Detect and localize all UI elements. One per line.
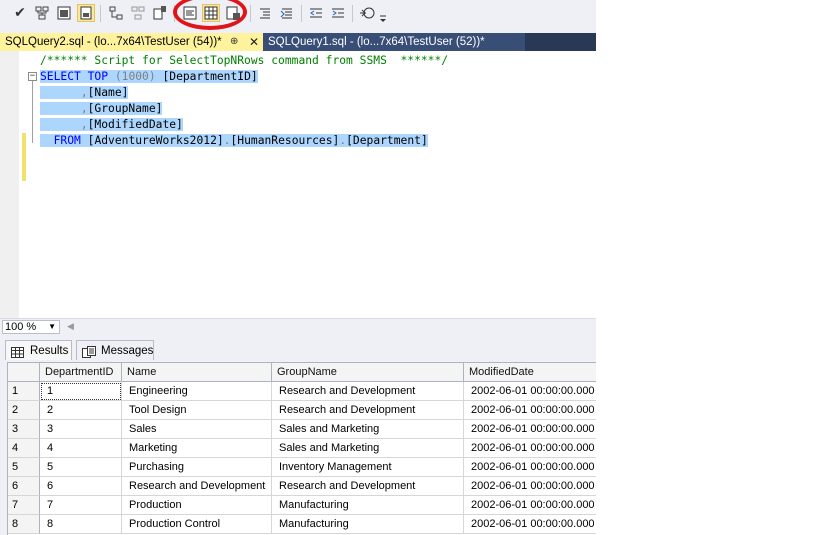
comment-icon[interactable]	[256, 4, 274, 22]
tab-results[interactable]: Results	[5, 340, 72, 360]
row-number[interactable]: 6	[8, 477, 40, 496]
row-number[interactable]: 2	[8, 401, 40, 420]
code-line: ,[ModifiedDate]	[40, 117, 448, 133]
table-row[interactable]: 7 7 Production Manufacturing 2002-06-01 …	[8, 496, 596, 515]
column-header[interactable]: DepartmentID	[40, 363, 122, 382]
grid-cell[interactable]: Sales and Marketing	[272, 439, 464, 458]
row-number[interactable]: 1	[8, 382, 40, 401]
table-row[interactable]: 1 1 Engineering Research and Development…	[8, 382, 596, 401]
query-options-icon[interactable]	[77, 4, 95, 22]
highlight-ellipse	[173, 0, 247, 30]
scroll-left-icon[interactable]: ◀	[67, 321, 74, 332]
grid-cell[interactable]: 6	[40, 477, 122, 496]
grid-cell[interactable]: Production	[122, 496, 272, 515]
pin-icon[interactable]: ⊕	[230, 33, 238, 51]
chevron-down-icon: ▼	[48, 322, 56, 331]
table-row[interactable]: 8 8 Production Control Manufacturing 200…	[8, 515, 596, 534]
change-tracking-bar	[22, 133, 26, 181]
query-editor[interactable]: − /****** Script for SelectTopNRows comm…	[0, 51, 596, 318]
tab-sqlquery1[interactable]: SQLQuery1.sql - (lo...7x64\TestUser (52)…	[263, 33, 525, 51]
grid-cell[interactable]: 2002-06-01 00:00:00.000	[464, 420, 596, 439]
grid-cell[interactable]: Manufacturing	[272, 515, 464, 534]
zoom-bar: 100 % ▼ ◀	[0, 318, 596, 335]
execute-check-icon[interactable]: ✔	[11, 4, 29, 22]
column-header[interactable]: Name	[122, 363, 272, 382]
query-designer-icon[interactable]	[55, 4, 73, 22]
grid-cell[interactable]: 2002-06-01 00:00:00.000	[464, 401, 596, 420]
tab-label: SQLQuery1.sql - (lo...7x64\TestUser (52)…	[268, 36, 485, 48]
results-grid[interactable]: DepartmentID Name GroupName ModifiedDate…	[7, 362, 596, 535]
specify-values-icon[interactable]	[359, 4, 377, 22]
include-plan-icon[interactable]	[129, 4, 147, 22]
toolbar-overflow-icon[interactable]	[378, 9, 388, 27]
code-line: /****** Script for SelectTopNRows comman…	[40, 54, 449, 67]
table-row[interactable]: 6 6 Research and Development Research an…	[8, 477, 596, 496]
grid-cell[interactable]: Sales and Marketing	[272, 420, 464, 439]
close-icon[interactable]: ✕	[249, 33, 259, 51]
grid-corner[interactable]	[8, 363, 40, 382]
grid-cell[interactable]: Tool Design	[122, 401, 272, 420]
grid-cell[interactable]: 7	[40, 496, 122, 515]
tab-sqlquery2[interactable]: SQLQuery2.sql - (lo...7x64\TestUser (54)…	[0, 33, 263, 51]
tab-messages[interactable]: Messages	[76, 340, 154, 360]
grid-header-row: DepartmentID Name GroupName ModifiedDate	[8, 363, 596, 382]
row-number[interactable]: 8	[8, 515, 40, 534]
grid-cell[interactable]: Sales	[122, 420, 272, 439]
grid-cell[interactable]: 5	[40, 458, 122, 477]
grid-cell[interactable]: 2002-06-01 00:00:00.000	[464, 496, 596, 515]
grid-cell[interactable]: 2002-06-01 00:00:00.000	[464, 439, 596, 458]
ssms-window: ✔ SQLQuery2.sql - (lo...7x64\TestUser (5…	[0, 0, 596, 535]
collapse-toggle-icon[interactable]: −	[28, 72, 37, 81]
grid-cell[interactable]: 2	[40, 401, 122, 420]
grid-cell[interactable]: 4	[40, 439, 122, 458]
tab-label: SQLQuery2.sql - (lo...7x64\TestUser (54)…	[5, 36, 222, 48]
grid-cell[interactable]: 2002-06-01 00:00:00.000	[464, 458, 596, 477]
grid-cell[interactable]: 8	[40, 515, 122, 534]
decrease-indent-icon[interactable]	[307, 4, 325, 22]
row-number[interactable]: 7	[8, 496, 40, 515]
grid-cell[interactable]: 2002-06-01 00:00:00.000	[464, 515, 596, 534]
row-number[interactable]: 4	[8, 439, 40, 458]
table-row[interactable]: 4 4 Marketing Sales and Marketing 2002-0…	[8, 439, 596, 458]
grid-cell[interactable]: Research and Development	[272, 401, 464, 420]
document-tab-strip: SQLQuery2.sql - (lo...7x64\TestUser (54)…	[0, 33, 596, 51]
grid-cell[interactable]: Research and Development	[272, 382, 464, 401]
client-statistics-icon[interactable]	[151, 4, 169, 22]
code-line: ,[Name]	[40, 85, 448, 101]
display-plan-icon[interactable]	[33, 4, 51, 22]
code-line: ,[GroupName]	[40, 101, 448, 117]
sql-code[interactable]: /****** Script for SelectTopNRows comman…	[40, 53, 448, 149]
editor-margin	[0, 51, 19, 318]
code-line: FROM [AdventureWorks2012].[HumanResource…	[40, 133, 448, 149]
intellisense-icon[interactable]	[107, 4, 125, 22]
sql-editor-toolbar: ✔	[0, 0, 596, 30]
table-row[interactable]: 3 3 Sales Sales and Marketing 2002-06-01…	[8, 420, 596, 439]
uncomment-icon[interactable]	[278, 4, 296, 22]
grid-cell[interactable]: Marketing	[122, 439, 272, 458]
row-number[interactable]: 3	[8, 420, 40, 439]
grid-cell[interactable]: Research and Development	[122, 477, 272, 496]
zoom-select[interactable]: 100 % ▼	[2, 320, 60, 334]
grid-cell[interactable]: Purchasing	[122, 458, 272, 477]
code-line: SELECT TOP (1000) [DepartmentID]	[40, 70, 258, 83]
column-header[interactable]: GroupName	[272, 363, 464, 382]
grid-cell[interactable]: Research and Development	[272, 477, 464, 496]
grid-cell[interactable]: Engineering	[122, 382, 272, 401]
grid-cell[interactable]: Manufacturing	[272, 496, 464, 515]
increase-indent-icon[interactable]	[329, 4, 347, 22]
grid-cell[interactable]: 3	[40, 420, 122, 439]
grid-cell[interactable]: 2002-06-01 00:00:00.000	[464, 382, 596, 401]
column-header[interactable]: ModifiedDate	[464, 363, 596, 382]
grid-cell[interactable]: 1	[40, 382, 122, 401]
table-row[interactable]: 5 5 Purchasing Inventory Management 2002…	[8, 458, 596, 477]
table-row[interactable]: 2 2 Tool Design Research and Development…	[8, 401, 596, 420]
grid-cell[interactable]: Production Control	[122, 515, 272, 534]
grid-cell[interactable]: Inventory Management	[272, 458, 464, 477]
grid-cell[interactable]: 2002-06-01 00:00:00.000	[464, 477, 596, 496]
result-tabs: Results Messages	[0, 336, 596, 362]
row-number[interactable]: 5	[8, 458, 40, 477]
